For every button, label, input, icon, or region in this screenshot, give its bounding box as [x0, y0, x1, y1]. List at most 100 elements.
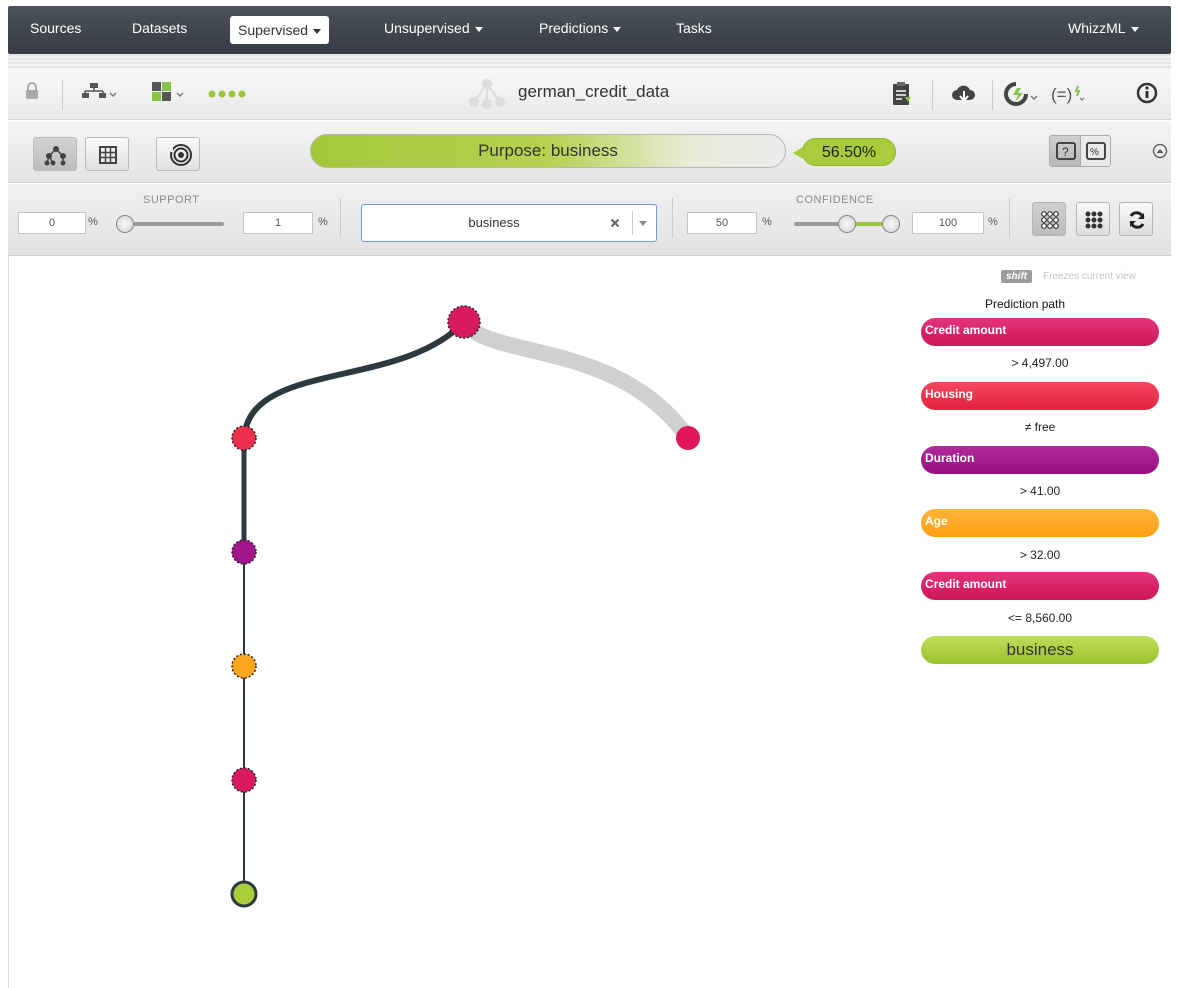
- cloud-download-icon[interactable]: [951, 81, 977, 107]
- header-separator: [8, 54, 1171, 70]
- filter-nodes-button[interactable]: [1076, 202, 1110, 236]
- svg-text:%: %: [1090, 147, 1099, 158]
- purpose-label: Purpose: business: [478, 141, 618, 160]
- confidence-slider-max-knob[interactable]: [882, 215, 900, 233]
- svg-text:(=): (=): [1051, 85, 1072, 104]
- percent-sign: %: [762, 216, 772, 228]
- percent-tag-icon: %: [1086, 142, 1106, 160]
- nav-whizzml[interactable]: WhizzML: [1068, 6, 1139, 54]
- question-tag-icon: ?: [1056, 142, 1076, 160]
- path-field-label: Age: [925, 514, 948, 528]
- info-icon[interactable]: [1136, 82, 1158, 104]
- confidence-badge-value: 56.50%: [821, 144, 877, 161]
- path-field-age: Age: [921, 509, 1159, 537]
- reset-button[interactable]: [1119, 202, 1153, 236]
- dots-grid-outline-icon: [1041, 211, 1059, 229]
- confidence-badge: 56.50%: [793, 138, 896, 166]
- tree-node-root[interactable]: [447, 305, 481, 339]
- shift-key-badge: shift: [1001, 270, 1033, 283]
- path-field-duration: Duration: [921, 446, 1159, 474]
- inactive-branch: [456, 314, 696, 446]
- path-field-credit-amount: Credit amount: [921, 572, 1159, 600]
- nav-datasets[interactable]: Datasets: [132, 6, 187, 54]
- confidence-max-input[interactable]: 100: [912, 212, 984, 234]
- actions-icon[interactable]: [1004, 80, 1040, 108]
- grid-icon: [99, 146, 117, 164]
- tree-node-prediction[interactable]: [230, 880, 258, 908]
- support-slider-knob[interactable]: [116, 215, 134, 233]
- sunburst-icon: [167, 144, 192, 166]
- active-path-edge: [241, 319, 467, 439]
- path-field-credit-amount: Credit amount: [921, 318, 1159, 346]
- path-condition: > 41.00: [1019, 484, 1061, 498]
- percent-sign: %: [318, 216, 328, 228]
- path-condition: > 4,497.00: [1011, 356, 1069, 370]
- nav-tasks[interactable]: Tasks: [676, 6, 712, 54]
- percent-sign: %: [88, 216, 98, 228]
- chevron-down-icon[interactable]: [638, 220, 648, 228]
- confidence-min-input[interactable]: 50: [687, 212, 757, 234]
- formula-icon[interactable]: (=): [1051, 82, 1087, 106]
- resource-titlebar: german_credit_data (=): [8, 70, 1171, 120]
- display-mode-toggle: ? %: [1049, 135, 1111, 167]
- top-navbar: Sources Datasets Supervised Unsupervised…: [8, 6, 1171, 54]
- tree-canvas[interactable]: [0, 256, 910, 988]
- model-data-icon[interactable]: [150, 80, 186, 106]
- nav-supervised-label: Supervised: [238, 22, 309, 38]
- path-condition: <= 8,560.00: [1007, 611, 1073, 625]
- chevron-down-icon: [474, 26, 483, 32]
- nav-sources-label: Sources: [30, 20, 82, 36]
- path-field-label: Duration: [925, 451, 975, 465]
- chevron-down-icon: [313, 28, 322, 34]
- path-field-label: Credit amount: [925, 323, 1007, 337]
- objective-class-select[interactable]: business: [361, 204, 657, 242]
- tree-view-button[interactable]: [33, 137, 77, 171]
- confidence-label: CONFIDENCE: [796, 194, 874, 206]
- path-field-housing: Housing: [921, 382, 1159, 410]
- tree-node-duration[interactable]: [231, 539, 257, 565]
- nav-predictions-label: Predictions: [539, 20, 609, 36]
- show-all-nodes-button[interactable]: [1032, 202, 1066, 236]
- nav-predictions[interactable]: Predictions: [539, 6, 622, 54]
- tree-node-credit-amount[interactable]: [231, 767, 257, 793]
- support-max-input[interactable]: 1: [243, 212, 313, 234]
- collapse-icon[interactable]: [1152, 143, 1168, 159]
- clear-icon[interactable]: [610, 218, 620, 228]
- predicted-class-badge: business: [921, 636, 1159, 664]
- confidence-slider-min-knob[interactable]: [838, 215, 856, 233]
- freeze-hint: Freezes current view: [1043, 271, 1136, 282]
- path-condition: ≠ free: [1024, 420, 1056, 434]
- prediction-summary-bar: Purpose: business: [310, 134, 786, 168]
- clipboard-icon[interactable]: [891, 81, 913, 107]
- nav-tasks-label: Tasks: [676, 20, 712, 36]
- sunburst-view-button[interactable]: [156, 137, 200, 171]
- table-view-button[interactable]: [85, 137, 129, 171]
- tree-node-age[interactable]: [231, 653, 257, 679]
- nav-sources[interactable]: Sources: [30, 6, 81, 54]
- dots-grid-icon: [1085, 211, 1103, 229]
- lock-icon[interactable]: [25, 82, 39, 100]
- support-min-input[interactable]: 0: [18, 212, 86, 234]
- tree-node-leaf[interactable]: [676, 426, 700, 450]
- nav-datasets-label: Datasets: [132, 20, 188, 36]
- tree-node-housing[interactable]: [231, 425, 257, 451]
- chevron-down-icon: [1130, 26, 1139, 32]
- model-tree-logo-icon: [469, 79, 505, 109]
- prediction-path-title: Prediction path: [985, 297, 1066, 311]
- nav-whizzml-label: WhizzML: [1068, 20, 1126, 36]
- path-field-label: Housing: [925, 387, 973, 401]
- nav-supervised[interactable]: Supervised: [230, 16, 330, 44]
- percent-sign: %: [988, 216, 998, 228]
- confidence-mode-button[interactable]: ?: [1050, 136, 1081, 166]
- filter-toolbar: SUPPORT 0 % 1 % business CONFIDENCE 50 %…: [8, 184, 1171, 256]
- support-label: SUPPORT: [143, 194, 200, 206]
- predicted-class-label: business: [1006, 640, 1074, 659]
- objective-class-value: business: [468, 215, 520, 230]
- support-slider-track[interactable]: [120, 222, 224, 226]
- path-field-label: Credit amount: [925, 577, 1007, 591]
- percent-mode-button[interactable]: %: [1081, 136, 1111, 166]
- nav-unsupervised[interactable]: Unsupervised: [384, 6, 483, 54]
- path-condition: > 32.00: [1019, 548, 1061, 562]
- nav-unsupervised-label: Unsupervised: [384, 20, 470, 36]
- tree-model-icon[interactable]: [82, 81, 116, 105]
